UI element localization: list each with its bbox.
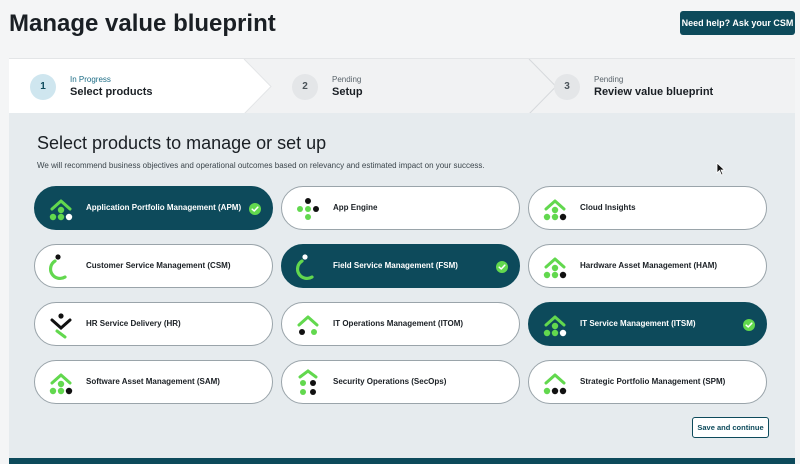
step-status: Pending <box>332 75 362 84</box>
hr-logo-icon <box>50 313 72 339</box>
step-select-products[interactable]: 1 In Progress Select products <box>30 59 153 114</box>
product-selection-panel: Select products to manage or set up We w… <box>9 113 795 458</box>
secops-logo-icon <box>298 369 318 395</box>
fsm-logo-icon <box>295 254 314 281</box>
product-card[interactable]: Software Asset Management (SAM) <box>34 360 273 404</box>
product-card[interactable]: Application Portfolio Management (APM) <box>34 186 273 230</box>
product-card-label: Cloud Insights <box>580 203 636 212</box>
page-title: Manage value blueprint <box>9 10 276 37</box>
progress-stepper: 1 In Progress Select products 2 Pending … <box>9 58 795 114</box>
step-label: Select products <box>70 86 153 98</box>
sam-logo-icon <box>49 373 73 395</box>
ham-logo-icon <box>543 257 567 279</box>
csm-logo-icon <box>48 254 67 281</box>
check-circle-icon <box>496 261 508 273</box>
product-card[interactable]: Customer Service Management (CSM) <box>34 244 273 288</box>
itom-logo-icon <box>297 315 319 335</box>
product-card-label: Customer Service Management (CSM) <box>86 261 231 270</box>
step-status: In Progress <box>70 75 111 84</box>
product-card[interactable]: Security Operations (SecOps) <box>281 360 520 404</box>
section-subtitle: We will recommend business objectives an… <box>37 161 485 170</box>
step-review-value-blueprint[interactable]: 3 Pending Review value blueprint <box>554 59 713 114</box>
check-circle-icon <box>249 203 261 215</box>
ask-csm-button[interactable]: Need help? Ask your CSM <box>680 11 795 35</box>
step-label: Setup <box>332 86 363 98</box>
app-engine-logo-icon <box>297 198 319 220</box>
product-card-label: Field Service Management (FSM) <box>333 261 458 270</box>
check-circle-icon <box>743 319 755 331</box>
product-card[interactable]: IT Service Management (ITSM) <box>528 302 767 346</box>
product-card-label: IT Service Management (ITSM) <box>580 319 696 328</box>
product-card[interactable]: Field Service Management (FSM) <box>281 244 520 288</box>
apm-logo-icon <box>49 199 73 221</box>
product-card[interactable]: App Engine <box>281 186 520 230</box>
product-card-label: Software Asset Management (SAM) <box>86 377 220 386</box>
product-card-label: App Engine <box>333 203 378 212</box>
product-card-label: Strategic Portfolio Management (SPM) <box>580 377 726 386</box>
product-card[interactable]: Strategic Portfolio Management (SPM) <box>528 360 767 404</box>
step-number: 3 <box>554 73 580 100</box>
step-number: 2 <box>292 73 318 100</box>
section-title: Select products to manage or set up <box>37 133 327 153</box>
product-card[interactable]: IT Operations Management (ITOM) <box>281 302 520 346</box>
bottom-bar <box>9 458 795 464</box>
spm-logo-icon <box>543 373 567 395</box>
product-card-label: IT Operations Management (ITOM) <box>333 319 464 328</box>
step-number: 1 <box>30 73 56 100</box>
itsm-logo-icon <box>543 315 567 337</box>
product-card-label: Application Portfolio Management (APM) <box>86 203 242 212</box>
step-setup[interactable]: 2 Pending Setup <box>292 59 363 114</box>
product-card-label: Hardware Asset Management (HAM) <box>580 261 718 270</box>
step-status: Pending <box>594 75 624 84</box>
product-card[interactable]: HR Service Delivery (HR) <box>34 302 273 346</box>
product-card[interactable]: Cloud Insights <box>528 186 767 230</box>
mouse-cursor-icon <box>716 162 726 176</box>
cloud-insights-logo-icon <box>543 199 567 221</box>
product-card-label: Security Operations (SecOps) <box>333 377 447 386</box>
product-card-label: HR Service Delivery (HR) <box>86 319 181 328</box>
step-label: Review value blueprint <box>594 86 714 98</box>
save-and-continue-button[interactable]: Save and continue <box>692 417 769 438</box>
product-card[interactable]: Hardware Asset Management (HAM) <box>528 244 767 288</box>
